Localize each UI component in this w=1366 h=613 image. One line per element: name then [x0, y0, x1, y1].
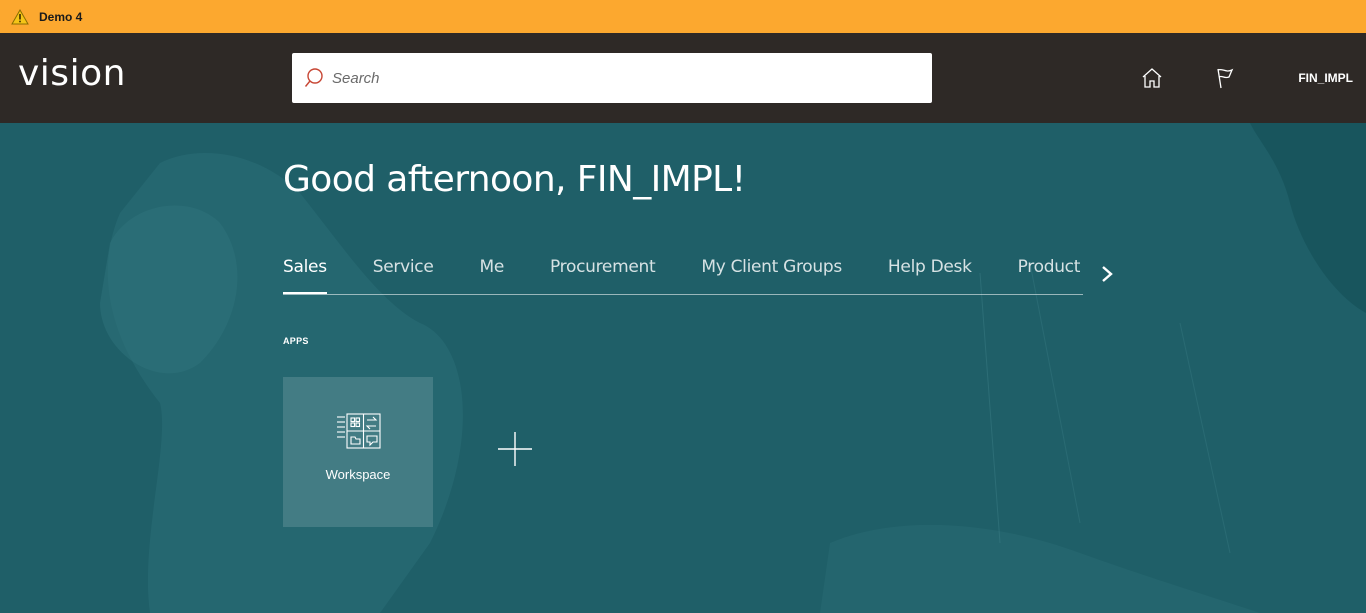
app-tile-label: Workspace [325, 467, 391, 482]
page-greeting: Good afternoon, FIN_IMPL! [283, 159, 746, 200]
flag-icon[interactable] [1212, 66, 1236, 90]
springboard-tabs: Sales Service Me Procurement My Client Group… [283, 254, 1083, 295]
apps-section-label: APPS [283, 336, 309, 346]
tab-my-client-groups[interactable]: My Client Groups [701, 254, 842, 294]
tab-product-management[interactable]: Product Ma [1018, 254, 1083, 294]
tab-me[interactable]: Me [479, 254, 504, 294]
tab-service[interactable]: Service [373, 254, 434, 294]
chevron-right-icon[interactable] [1098, 264, 1116, 284]
environment-name: Demo 4 [39, 9, 83, 24]
home-icon[interactable] [1140, 66, 1164, 90]
environment-banner: Demo 4 [0, 0, 1366, 33]
warning-icon [11, 8, 29, 24]
main-area: Good afternoon, FIN_IMPL! Sales Service Me… [0, 123, 1366, 613]
tab-help-desk[interactable]: Help Desk [888, 254, 972, 294]
app-logo[interactable]: vision [18, 53, 126, 94]
app-tile-workspace[interactable]: Workspace [283, 377, 433, 527]
workspace-icon [337, 413, 381, 449]
search-input[interactable] [332, 69, 892, 87]
search-icon [304, 68, 323, 87]
global-header: vision FIN_IMPL [0, 33, 1366, 123]
tab-sales[interactable]: Sales [283, 254, 327, 294]
tab-procurement[interactable]: Procurement [550, 254, 656, 294]
plus-icon[interactable] [497, 431, 533, 467]
user-menu[interactable]: FIN_IMPL [1298, 71, 1353, 85]
search-box[interactable] [292, 53, 932, 103]
